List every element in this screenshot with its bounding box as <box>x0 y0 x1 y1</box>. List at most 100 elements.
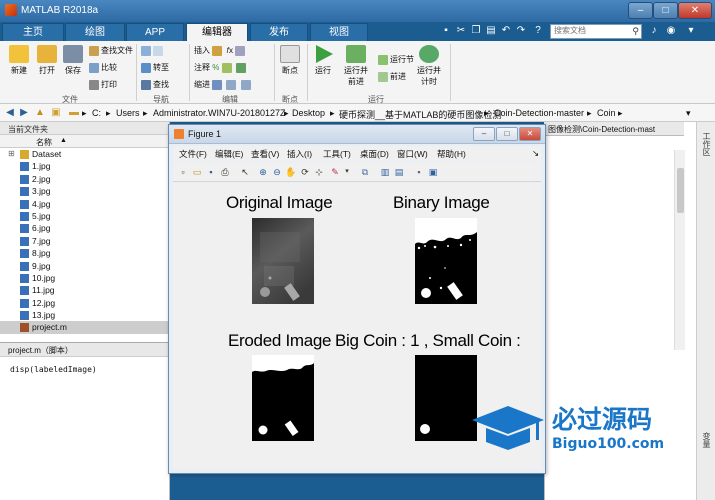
indent-button[interactable]: 缩进 <box>194 79 253 91</box>
sort-ascending-icon[interactable]: ▲ <box>60 137 67 144</box>
figure-maximize-button[interactable]: □ <box>496 127 518 141</box>
breakpoints-button[interactable]: 断点 <box>277 45 303 76</box>
folder-row[interactable]: ⊞ Dataset <box>0 148 169 160</box>
file-row[interactable]: 8.jpg <box>0 247 169 259</box>
zoom-in-icon[interactable]: ⊕ <box>257 166 269 178</box>
zoom-out-icon[interactable]: ⊖ <box>271 166 283 178</box>
variables-tab[interactable]: 变量 <box>701 432 712 448</box>
file-row[interactable]: 7.jpg <box>0 235 169 247</box>
breadcrumb-item[interactable]: 硬币探测__基于MATLAB的硬币图像检测 <box>339 108 501 121</box>
pointer-icon[interactable]: ↖ <box>239 166 251 178</box>
menu-window[interactable]: 窗口(W) <box>397 148 428 160</box>
forward-icon[interactable]: ▶ <box>18 107 30 119</box>
breadcrumb-item[interactable]: Coin-Detection-master <box>494 108 584 118</box>
percent-icon[interactable]: % <box>212 63 219 72</box>
tab-plots[interactable]: 绘图 <box>65 23 125 41</box>
figure-minimize-button[interactable]: – <box>473 127 495 141</box>
save-quick-icon[interactable]: ▪ <box>440 25 452 37</box>
open-file-icon[interactable]: ▭ <box>191 166 203 178</box>
file-row[interactable]: 2.jpg <box>0 173 169 185</box>
tab-publish[interactable]: 发布 <box>250 23 308 41</box>
file-row[interactable]: 4.jpg <box>0 198 169 210</box>
tab-home[interactable]: 主页 <box>2 23 64 41</box>
print-figure-icon[interactable]: ⎙ <box>219 166 231 178</box>
run-time-button[interactable]: 运行并计时 <box>414 45 444 87</box>
breadcrumb-item[interactable]: Desktop <box>292 108 325 118</box>
advance-button[interactable]: 前进 <box>378 71 406 83</box>
close-button[interactable]: ✕ <box>678 2 712 19</box>
brush-icon[interactable]: ✎ <box>329 166 341 178</box>
save-figure-icon[interactable]: ▪ <box>205 166 217 178</box>
new-figure-icon[interactable]: ▫ <box>177 166 189 178</box>
scrollbar-thumb[interactable] <box>677 168 684 213</box>
menu-help[interactable]: 帮助(H) <box>437 148 466 160</box>
comment-button[interactable]: 注释 % <box>194 62 248 74</box>
file-row[interactable]: 13.jpg <box>0 309 169 321</box>
print-button[interactable]: 打印 <box>89 79 117 91</box>
path-dropdown-icon[interactable]: ▾ <box>686 108 691 119</box>
user-icon[interactable]: ◉ <box>665 25 677 37</box>
help-quick-icon[interactable]: ? <box>532 25 544 37</box>
menu-tools[interactable]: 工具(T) <box>323 148 351 160</box>
breadcrumb-item[interactable]: Coin <box>597 108 616 118</box>
menu-edit[interactable]: 编辑(E) <box>215 148 243 160</box>
menu-file[interactable]: 文件(F) <box>179 148 207 160</box>
back-icon[interactable]: ◀ <box>4 107 16 119</box>
run-button[interactable]: 运行 <box>311 45 335 76</box>
file-row[interactable]: 5.jpg <box>0 210 169 222</box>
file-row[interactable]: 9.jpg <box>0 260 169 272</box>
copy-quick-icon[interactable]: ❐ <box>470 25 482 37</box>
compare-button[interactable]: 比较 <box>89 62 117 74</box>
tab-apps[interactable]: APP <box>126 23 184 41</box>
undo-quick-icon[interactable]: ↶ <box>500 25 512 37</box>
new-button[interactable]: 新建 <box>6 45 32 76</box>
search-input[interactable] <box>554 26 632 35</box>
menu-insert[interactable]: 插入(I) <box>287 148 312 160</box>
browse-folder-icon[interactable]: ▣ <box>50 107 62 119</box>
maximize-button[interactable]: □ <box>653 2 678 19</box>
search-icon[interactable]: ⚲ <box>632 26 639 37</box>
minimize-button[interactable]: – <box>628 2 653 19</box>
rotate-icon[interactable]: ⟳ <box>299 166 311 178</box>
editor-scrollbar[interactable] <box>674 150 685 350</box>
name-column-header[interactable]: 名称 ▲ <box>0 135 169 148</box>
collapse-ribbon-icon[interactable]: ▾ <box>685 25 697 37</box>
up-folder-icon[interactable]: ▲ <box>34 107 46 119</box>
back-forward-buttons[interactable] <box>141 45 165 57</box>
breadcrumb-item[interactable]: Administrator.WIN7U-20180127Z <box>153 108 286 118</box>
workspace-tab[interactable]: 工作区 <box>701 132 712 156</box>
notification-icon[interactable]: ♪ <box>648 25 660 37</box>
menu-desktop[interactable]: 桌面(D) <box>360 148 389 160</box>
cut-quick-icon[interactable]: ✂ <box>455 25 467 37</box>
brush-dropdown-icon[interactable]: ▾ <box>341 166 353 178</box>
show-plot-tools-icon[interactable]: ▣ <box>427 166 439 178</box>
menu-view[interactable]: 查看(V) <box>251 148 279 160</box>
find-files-button[interactable]: 查找文件 <box>89 45 133 57</box>
insert-button[interactable]: 插入 𝑓x <box>194 45 247 57</box>
legend-icon[interactable]: ▤ <box>393 166 405 178</box>
open-button[interactable]: 打开 <box>34 45 60 76</box>
data-cursor-icon[interactable]: ⊹ <box>313 166 325 178</box>
pan-icon[interactable]: ✋ <box>285 166 297 178</box>
hide-plot-tools-icon[interactable]: ▪ <box>413 166 425 178</box>
save-button[interactable]: 保存 <box>61 45 85 76</box>
file-row[interactable]: 1.jpg <box>0 160 169 172</box>
file-row[interactable]: 10.jpg <box>0 272 169 284</box>
file-row[interactable]: 12.jpg <box>0 297 169 309</box>
file-row[interactable]: project.m <box>0 321 169 334</box>
breadcrumb-item[interactable]: Users <box>116 108 140 118</box>
goto-button[interactable]: 转至 <box>141 62 169 74</box>
run-section-button[interactable]: 运行节 <box>378 54 414 66</box>
file-row[interactable]: 11.jpg <box>0 284 169 296</box>
run-advance-button[interactable]: 运行并前进 <box>341 45 371 87</box>
redo-quick-icon[interactable]: ↷ <box>515 25 527 37</box>
breadcrumb-item[interactable]: C: <box>92 108 101 118</box>
dock-arrow-icon[interactable]: ↘ <box>532 148 539 159</box>
file-row[interactable]: 6.jpg <box>0 222 169 234</box>
editor-file-tab[interactable]: 图像检测\Coin-Detection-mast <box>544 122 684 136</box>
paste-quick-icon[interactable]: ▤ <box>485 25 497 37</box>
file-row[interactable]: 3.jpg <box>0 185 169 197</box>
find-button[interactable]: 查找 <box>141 79 169 91</box>
figure-close-button[interactable]: ✕ <box>519 127 541 141</box>
colorbar-icon[interactable]: ▥ <box>379 166 391 178</box>
